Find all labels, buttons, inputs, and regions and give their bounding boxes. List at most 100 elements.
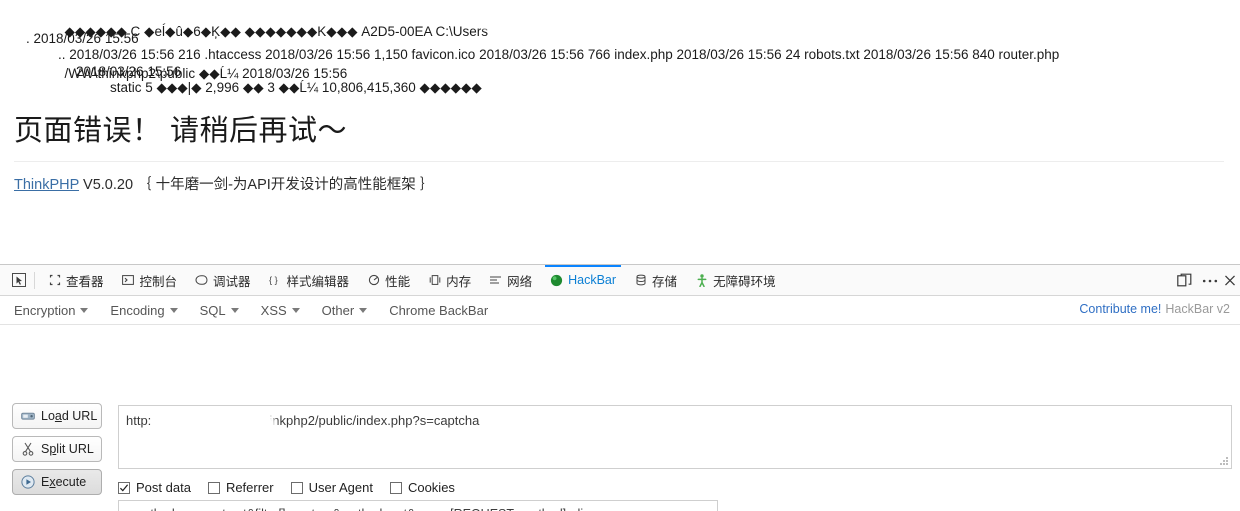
content-divider — [14, 161, 1224, 162]
checkbox-user-agent[interactable]: User Agent — [290, 480, 373, 495]
devtools-toolbar-actions — [1172, 265, 1236, 296]
chevron-down-icon — [359, 307, 368, 313]
split-url-button[interactable]: Split URL — [12, 436, 102, 462]
chevron-down-icon — [230, 307, 239, 313]
checkbox-referrer-box — [207, 481, 220, 494]
network-icon — [489, 274, 502, 287]
tab-network[interactable]: 网络 — [480, 265, 541, 296]
command-output-line-5: static 5 ◆◆◆|◆ 2,996 ◆◆ 3 ◆◆Ĺ¼ 10,806,41… — [110, 80, 482, 95]
style-editor-icon: { } — [269, 274, 282, 287]
tab-console-label: 控制台 — [139, 274, 178, 289]
menu-other-label: Other — [321, 302, 355, 318]
inspector-icon — [48, 274, 61, 287]
checkbox-user-agent-label: User Agent — [308, 480, 373, 495]
checkbox-post-data-label: Post data — [136, 480, 191, 495]
chevron-down-icon — [80, 307, 89, 313]
tab-style-editor[interactable]: { } 样式编辑器 — [260, 265, 359, 296]
menu-xss[interactable]: XSS — [261, 303, 300, 318]
checkbox-cookies-box — [389, 481, 402, 494]
post-data-value: _method=__construct&filter[]=system&meth… — [126, 507, 587, 511]
tab-debugger-label: 调试器 — [213, 274, 251, 289]
menu-encoding-label: Encoding — [110, 302, 165, 318]
checkbox-cookies[interactable]: Cookies — [389, 480, 455, 495]
framework-version-text: V5.0.20 ｛ 十年磨一剑-为API开发设计的高性能框架 ｝ — [79, 177, 435, 193]
devtools-toolbar: 查看器 控制台 调试器 {} 样式编辑器 性能 内存 网络 HackBar 存… — [0, 264, 1240, 296]
tab-inspector-label: 查看器 — [66, 274, 104, 289]
checkbox-referrer-label: Referrer — [225, 480, 274, 495]
tab-hackbar[interactable]: HackBar — [541, 264, 625, 296]
url-path: thinkphp2/public/index.php?s=captcha — [258, 413, 480, 428]
hackbar-panel: Encryption Encoding SQL XSS Other Chrome… — [0, 296, 1240, 511]
devtools-tab-list: 查看器 控制台 调试器 {} 样式编辑器 性能 内存 网络 HackBar 存… — [39, 264, 785, 296]
element-picker-icon[interactable] — [6, 268, 32, 292]
tab-memory-label: 内存 — [446, 274, 472, 289]
debugger-icon — [195, 274, 208, 287]
checkbox-post-data-box — [118, 481, 130, 494]
hackbar-body: Load URL Split URL Execute http: thinkph… — [0, 325, 1240, 511]
hackbar-version-label: HackBar v2 — [1165, 302, 1230, 316]
thinkphp-link[interactable]: ThinkPHP — [14, 177, 79, 193]
menu-other[interactable]: Other — [322, 303, 368, 318]
menu-encoding[interactable]: Encoding — [110, 302, 178, 318]
tab-memory[interactable]: 内存 — [419, 265, 480, 296]
hackbar-icon — [550, 274, 563, 287]
performance-icon — [367, 274, 380, 287]
svg-text:{ }: { } — [269, 275, 278, 285]
menu-chrome-backbar[interactable]: Chrome BackBar — [389, 303, 488, 318]
tab-performance[interactable]: 性能 — [358, 265, 419, 296]
checkbox-user-agent-box — [290, 481, 303, 494]
framework-footer: ThinkPHP V5.0.20 ｛ 十年磨一剑-为API开发设计的高性能框架 … — [14, 173, 434, 194]
tab-inspector[interactable]: 查看器 — [39, 265, 113, 296]
url-input[interactable]: http: thinkphp2/public/index.php?s=captc… — [118, 405, 1232, 469]
tab-accessibility[interactable]: 无障碍环境 — [686, 265, 785, 296]
tab-network-label: 网络 — [507, 274, 533, 289]
chevron-down-icon — [169, 307, 178, 313]
screenshot-root: ◆◆◆◆◆◆ C ◆eĺ◆û◆6◆Ķ◆◆ ◆◆◆◆◆◆◆Κ◆◆◆ A2D5-00… — [0, 0, 1240, 511]
split-url-icon — [20, 442, 35, 457]
tab-performance-label: 性能 — [385, 274, 411, 289]
url-scheme: http: — [126, 413, 152, 428]
console-icon — [122, 274, 135, 287]
menu-xss-label: XSS — [260, 302, 287, 318]
load-url-icon — [20, 409, 35, 424]
checkbox-cookies-label: Cookies — [407, 480, 455, 495]
devtools-panel: 查看器 控制台 调试器 {} 样式编辑器 性能 内存 网络 HackBar 存… — [0, 264, 1240, 511]
page-error-title: 页面错误！ 请稍后再试～ — [14, 115, 348, 147]
dock-toggle-icon[interactable] — [1172, 269, 1196, 293]
memory-icon — [428, 274, 441, 287]
tab-console[interactable]: 控制台 — [113, 265, 187, 296]
menu-encryption[interactable]: Encryption — [14, 303, 89, 318]
menu-sql-label: SQL — [199, 302, 226, 318]
menu-sql[interactable]: SQL — [200, 303, 239, 318]
browser-page-content: ◆◆◆◆◆◆ C ◆eĺ◆û◆6◆Ķ◆◆ ◆◆◆◆◆◆◆Κ◆◆◆ A2D5-00… — [0, 0, 1240, 264]
checkbox-post-data[interactable]: Post data — [118, 480, 191, 495]
tab-storage-label: 存储 — [652, 274, 678, 289]
execute-button[interactable]: Execute — [12, 469, 102, 495]
url-redaction-blob — [162, 415, 272, 435]
hackbar-contribute-area: Contribute me! HackBar v2 — [1079, 302, 1230, 316]
tab-storage[interactable]: 存储 — [625, 265, 686, 296]
load-url-label: Load URL — [41, 409, 98, 423]
post-data-input[interactable]: _method=__construct&filter[]=system&meth… — [118, 500, 718, 511]
hackbar-options: Post data Referrer User Agent Cookies — [118, 480, 455, 495]
hackbar-menubar: Encryption Encoding SQL XSS Other Chrome… — [0, 296, 1240, 325]
contribute-link[interactable]: Contribute me! — [1079, 302, 1161, 316]
execute-icon — [20, 475, 35, 490]
url-input-value: http: thinkphp2/public/index.php?s=captc… — [126, 413, 480, 435]
hackbar-action-buttons: Load URL Split URL Execute — [12, 403, 108, 502]
tab-style-editor-label: 样式编辑器 — [286, 274, 350, 289]
textarea-resize-grip[interactable] — [1220, 457, 1229, 466]
menu-chrome-backbar-label: Chrome BackBar — [389, 302, 489, 318]
chevron-down-icon — [291, 307, 300, 313]
tab-hackbar-label: HackBar — [568, 273, 617, 287]
checkbox-referrer[interactable]: Referrer — [207, 480, 274, 495]
close-icon[interactable] — [1224, 269, 1236, 293]
storage-icon — [634, 274, 647, 287]
toolbar-separator — [34, 271, 35, 289]
tab-debugger[interactable]: 调试器 — [186, 265, 260, 296]
meatball-menu-icon[interactable] — [1198, 269, 1222, 293]
accessibility-icon — [695, 273, 708, 287]
load-url-button[interactable]: Load URL — [12, 403, 102, 429]
split-url-label: Split URL — [41, 442, 94, 456]
tab-accessibility-label: 无障碍环境 — [713, 274, 776, 289]
